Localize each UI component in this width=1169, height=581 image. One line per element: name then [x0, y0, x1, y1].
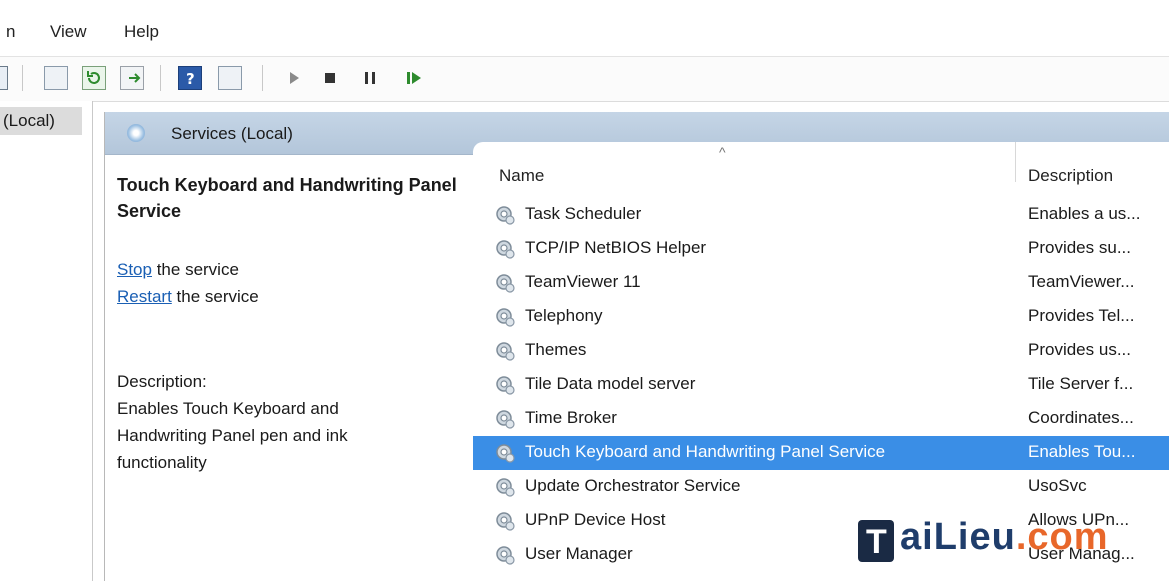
table-row[interactable]: Update Orchestrator Service UsoSvc: [473, 470, 1169, 504]
service-name: Time Broker: [525, 408, 617, 427]
column-header-description[interactable]: Description: [1028, 166, 1113, 186]
menu-action[interactable]: n: [6, 22, 15, 42]
service-name: Touch Keyboard and Handwriting Panel Ser…: [525, 442, 886, 461]
service-description: Enables a us...: [1028, 204, 1141, 223]
service-gear-icon: [493, 441, 517, 465]
service-name: Task Scheduler: [525, 204, 642, 223]
refresh-icon[interactable]: [82, 66, 106, 90]
service-gear-icon: [493, 407, 517, 431]
service-name: Telephony: [525, 306, 603, 325]
watermark-logo: T aiLieu.com: [858, 516, 1158, 566]
restart-service-link[interactable]: Restart: [117, 287, 172, 306]
service-description: Enables Tou...: [1028, 442, 1136, 461]
tree-item-services-local[interactable]: (Local): [0, 107, 82, 135]
restart-service-text: the service: [171, 287, 259, 306]
table-row[interactable]: Task Scheduler Enables a us...: [473, 198, 1169, 232]
view-icon[interactable]: [218, 66, 242, 90]
table-row[interactable]: Touch Keyboard and Handwriting Panel Ser…: [473, 436, 1169, 470]
service-actions: Stop the service Restart the service: [117, 256, 467, 310]
service-gear-icon: [493, 305, 517, 329]
help-icon[interactable]: ?: [178, 66, 202, 90]
service-gear-icon: [493, 543, 517, 567]
service-gear-icon: [493, 203, 517, 227]
stop-service-text: the service: [151, 260, 239, 279]
service-name: UPnP Device Host: [525, 510, 666, 529]
watermark-suffix: .com: [1015, 516, 1109, 558]
table-row[interactable]: Themes Provides us...: [473, 334, 1169, 368]
service-name: Tile Data model server: [525, 374, 696, 393]
service-name: User Manager: [525, 544, 633, 563]
description-text: Enables Touch Keyboard and Handwriting P…: [117, 399, 348, 472]
menu-help[interactable]: Help: [124, 22, 159, 42]
service-name: TeamViewer 11: [525, 272, 641, 291]
table-row[interactable]: Tile Data model server Tile Server f...: [473, 368, 1169, 402]
service-name: Update Orchestrator Service: [525, 476, 741, 495]
service-name: Themes: [525, 340, 587, 359]
export-list-icon[interactable]: [120, 66, 144, 90]
service-gear-icon: [493, 237, 517, 261]
service-description: Provides us...: [1028, 340, 1131, 359]
console-tree: (Local): [0, 101, 93, 581]
sort-indicator-icon: ^: [719, 144, 726, 160]
service-description: UsoSvc: [1028, 476, 1087, 495]
toolbar-separator: [160, 65, 161, 91]
pause-icon[interactable]: [358, 66, 382, 90]
stop-icon[interactable]: [318, 66, 342, 90]
table-row[interactable]: TCP/IP NetBIOS Helper Provides su...: [473, 232, 1169, 266]
column-separator[interactable]: [1015, 142, 1016, 182]
services-pane: Services (Local) Touch Keyboard and Hand…: [104, 112, 1169, 581]
watermark-word: aiLieu: [900, 516, 1016, 558]
stop-service-link[interactable]: Stop: [117, 260, 152, 279]
toolbar-separator: [22, 65, 23, 91]
toolbar-separator: [262, 65, 263, 91]
toolbar: ?: [0, 56, 1169, 102]
watermark-box: T: [858, 520, 894, 562]
start-icon[interactable]: [282, 66, 306, 90]
service-description: Provides su...: [1028, 238, 1131, 257]
service-description: Coordinates...: [1028, 408, 1134, 427]
properties-icon[interactable]: [44, 66, 68, 90]
column-header-name[interactable]: Name: [499, 166, 544, 186]
description-label: Description:: [117, 372, 207, 391]
service-gear-icon: [493, 271, 517, 295]
menu-bar: n View Help: [0, 0, 1169, 56]
pane-title: Services (Local): [171, 124, 293, 143]
selected-service-title: Touch Keyboard and Handwriting Panel Ser…: [117, 175, 457, 221]
service-gear-icon: [493, 373, 517, 397]
menu-view[interactable]: View: [50, 22, 87, 42]
resume-icon[interactable]: [402, 66, 426, 90]
services-icon: [127, 124, 145, 142]
table-row[interactable]: Telephony Provides Tel...: [473, 300, 1169, 334]
service-description: TeamViewer...: [1028, 272, 1135, 291]
service-gear-icon: [493, 509, 517, 533]
watermark-letter: T: [866, 523, 887, 561]
service-info-panel: Touch Keyboard and Handwriting Panel Ser…: [117, 172, 467, 476]
svg-text:?: ?: [186, 70, 195, 88]
service-name: TCP/IP NetBIOS Helper: [525, 238, 707, 257]
service-gear-icon: [493, 475, 517, 499]
watermark-text: aiLieu.com: [900, 516, 1109, 559]
table-row[interactable]: Time Broker Coordinates...: [473, 402, 1169, 436]
service-gear-icon: [493, 339, 517, 363]
service-description: Tile Server f...: [1028, 374, 1134, 393]
console-tree-icon[interactable]: [0, 66, 8, 90]
table-row[interactable]: TeamViewer 11 TeamViewer...: [473, 266, 1169, 300]
service-description: Provides Tel...: [1028, 306, 1135, 325]
